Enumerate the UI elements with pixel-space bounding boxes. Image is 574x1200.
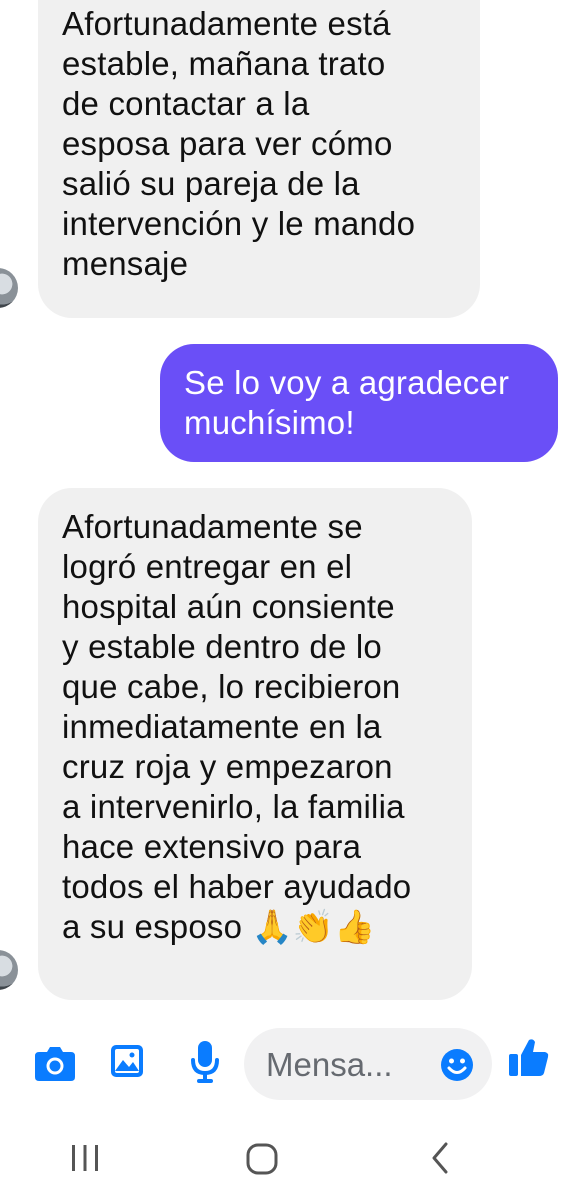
thumbs-up-icon[interactable]: [508, 1036, 550, 1078]
microphone-icon[interactable]: [190, 1040, 220, 1084]
emoji-icon[interactable]: [440, 1048, 474, 1082]
sender-avatar[interactable]: [0, 268, 18, 308]
home-icon[interactable]: [245, 1142, 279, 1176]
recent-apps-icon[interactable]: [68, 1142, 102, 1174]
message-input-placeholder: Mensa...: [266, 1046, 393, 1083]
sender-avatar[interactable]: [0, 950, 18, 990]
message-input[interactable]: Mensa...: [244, 1028, 492, 1100]
incoming-message[interactable]: Afortunadamente está estable, mañana tra…: [38, 0, 480, 318]
back-icon[interactable]: [428, 1140, 452, 1176]
camera-icon[interactable]: [34, 1044, 76, 1082]
image-icon[interactable]: [110, 1044, 144, 1078]
incoming-message[interactable]: Afortunadamente se logró entregar en el …: [38, 488, 472, 1000]
outgoing-message[interactable]: Se lo voy a agradecer muchísimo!: [160, 344, 558, 462]
